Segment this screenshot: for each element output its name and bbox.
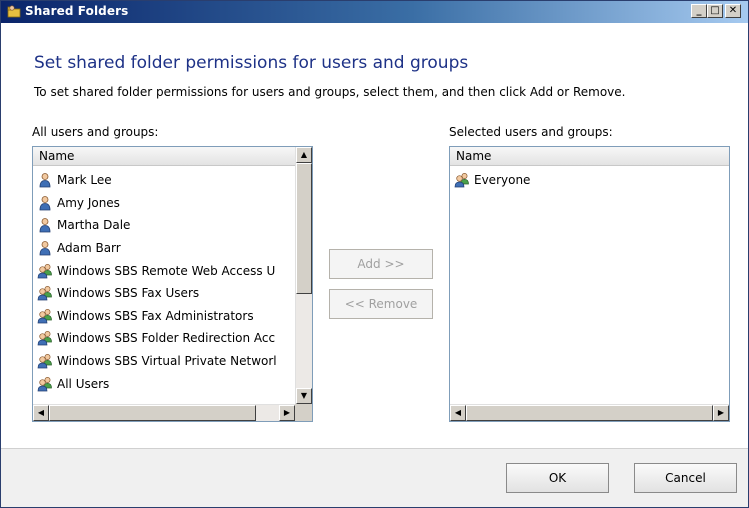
minimize-button[interactable]: _ [691,4,707,18]
selected-users-label: Selected users and groups: [449,125,613,139]
title-bar[interactable]: Shared Folders _ □ ✕ [1,1,748,23]
group-icon [37,330,53,346]
list-item-label: Mark Lee [57,173,112,188]
list-item[interactable]: Windows SBS Virtual Private Networl [33,350,295,373]
list-item[interactable]: Windows SBS Fax Users [33,282,295,305]
list-item[interactable]: Adam Barr [33,237,295,260]
scroll-corner [295,404,312,421]
add-button[interactable]: Add >> [329,249,433,279]
list-item-label: Martha Dale [57,218,131,233]
all-users-listbox[interactable]: Name Mark Lee Amy Jones Martha Dale Adam Ba… [32,146,313,422]
selected-users-listbox[interactable]: Name Everyone ◀ ▶ [449,146,730,422]
maximize-button[interactable]: □ [707,4,723,18]
list-item-label: Windows SBS Fax Users [57,286,200,301]
cancel-button[interactable]: Cancel [634,463,737,493]
vertical-scroll-thumb[interactable] [296,163,312,294]
group-icon [454,172,470,188]
selected-users-rows: Everyone [450,169,729,192]
list-item[interactable]: Windows SBS Fax Administrators [33,305,295,328]
user-icon [37,217,53,233]
dialog-footer: OK Cancel [1,449,748,507]
group-icon [37,285,53,301]
shared-folders-dialog: Shared Folders _ □ ✕ Set shared folder p… [0,0,749,508]
group-icon [37,376,53,392]
scroll-right-icon[interactable]: ▶ [713,405,729,421]
list-item-label: Windows SBS Folder Redirection Acc [57,331,276,346]
scroll-left-icon[interactable]: ◀ [450,405,466,421]
window-title: Shared Folders [25,4,129,18]
scroll-up-icon[interactable]: ▲ [296,147,312,163]
list-item-label: Windows SBS Remote Web Access U [57,263,276,278]
all-users-rows: Mark Lee Amy Jones Martha Dale Adam Barr Win… [33,169,295,395]
list-item-label: Amy Jones [57,195,120,210]
ok-button[interactable]: OK [506,463,609,493]
scroll-right-icon[interactable]: ▶ [279,405,295,421]
list-item[interactable]: Mark Lee [33,169,295,192]
list-item[interactable]: Everyone [450,169,729,192]
horizontal-scroll-thumb[interactable] [466,405,713,421]
user-icon [37,195,53,211]
scroll-left-icon[interactable]: ◀ [33,405,49,421]
group-icon [37,308,53,324]
horizontal-scrollbar[interactable]: ◀ ▶ [450,404,729,421]
user-icon [37,240,53,256]
remove-button[interactable]: << Remove [329,289,433,319]
list-item-label: All Users [57,376,110,391]
instructions-text: To set shared folder permissions for use… [34,85,626,99]
list-item[interactable]: Windows SBS Remote Web Access U [33,259,295,282]
list-item[interactable]: Amy Jones [33,192,295,215]
name-column-header[interactable]: Name [33,147,295,166]
close-button[interactable]: ✕ [725,4,741,18]
group-icon [37,353,53,369]
list-item[interactable]: All Users [33,372,295,395]
list-item-label: Windows SBS Virtual Private Networl [57,354,277,369]
list-item[interactable]: Martha Dale [33,214,295,237]
shared-folder-icon [7,5,21,18]
all-users-label: All users and groups: [32,125,159,139]
group-icon [37,263,53,279]
name-column-header[interactable]: Name [450,147,729,166]
user-icon [37,172,53,188]
horizontal-scroll-thumb[interactable] [49,405,256,421]
list-item-label: Adam Barr [57,241,121,256]
vertical-scrollbar[interactable]: ▲ ▼ [295,147,312,404]
scroll-down-icon[interactable]: ▼ [296,388,312,404]
list-item[interactable]: Windows SBS Folder Redirection Acc [33,327,295,350]
list-item-label: Everyone [474,173,531,188]
list-item-label: Windows SBS Fax Administrators [57,308,254,323]
page-heading: Set shared folder permissions for users … [34,53,469,73]
horizontal-scrollbar[interactable]: ◀ ▶ [33,404,295,421]
